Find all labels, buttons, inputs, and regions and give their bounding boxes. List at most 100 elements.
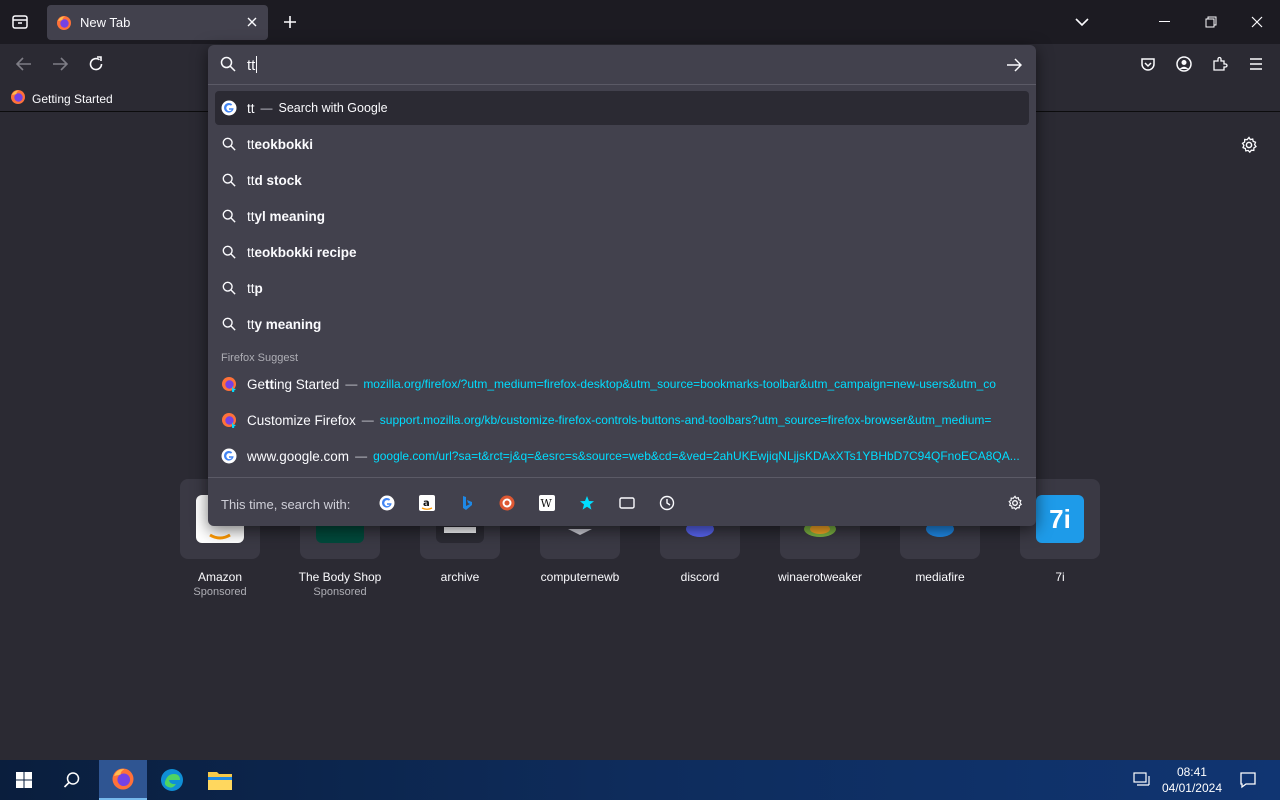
account-icon[interactable] — [1174, 54, 1194, 74]
suggestion-completion: eokbokki — [254, 136, 314, 152]
search-icon — [221, 172, 237, 188]
tile-label: archive — [440, 570, 480, 584]
bookmark-getting-started[interactable]: Getting Started — [10, 89, 113, 108]
restore-window-icon[interactable] — [1201, 12, 1221, 32]
tile-label: discord — [680, 570, 720, 584]
firefox-bookmark-icon — [221, 412, 237, 428]
search-icon — [221, 136, 237, 152]
tab-strip: New Tab — [0, 0, 1280, 44]
taskbar-firefox-icon[interactable] — [99, 760, 147, 800]
suggestion-typed: tt — [247, 172, 255, 188]
result-bookmark[interactable]: Customize Firefox — support.mozilla.org/… — [215, 403, 1029, 437]
reload-icon[interactable] — [86, 54, 106, 74]
search-icon — [221, 208, 237, 224]
svg-text:W: W — [541, 497, 553, 510]
search-settings-gear-icon[interactable] — [1006, 494, 1024, 512]
group-label-firefox-suggest: Firefox Suggest — [221, 352, 299, 364]
bookmark-title: Customize Firefox — [247, 412, 356, 428]
suggestion-typed: tt — [247, 208, 255, 224]
minimize-window-icon[interactable] — [1155, 12, 1175, 32]
one-off-label: This time, search with: — [221, 497, 351, 512]
bookmark-url: support.mozilla.org/kb/customize-firefox… — [379, 413, 992, 427]
google-icon — [221, 100, 237, 116]
taskbar-file-explorer-icon[interactable] — [196, 760, 244, 800]
result-separator: — — [260, 101, 273, 115]
gear-icon[interactable] — [1239, 135, 1259, 155]
tile-label: mediafire — [915, 570, 965, 584]
address-bar-popup: tt tt — Search with Google tt eokbokki tt… — [208, 45, 1036, 526]
result-text: tt — [247, 100, 255, 116]
hamburger-menu-icon[interactable] — [1246, 54, 1266, 74]
address-bar-text: tt — [247, 57, 256, 74]
clock-time: 08:41 — [1176, 765, 1207, 779]
bookmark-title-pre: Ge — [247, 376, 266, 392]
history-url: google.com/url?sa=t&rct=j&q=&esrc=s&sour… — [373, 449, 1020, 463]
suggestion-completion: d stock — [254, 172, 302, 188]
google-icon — [221, 448, 237, 464]
duckduckgo-search-engine-icon[interactable] — [498, 494, 516, 512]
result-separator: — — [361, 413, 374, 427]
suggestion-typed: tt — [247, 136, 255, 152]
notifications-icon[interactable] — [1228, 760, 1268, 800]
tab-new-tab[interactable]: New Tab — [47, 5, 268, 40]
system-clock[interactable]: 08:41 04/01/2024 — [1162, 764, 1222, 796]
forward-arrow-icon[interactable] — [50, 54, 70, 74]
google-search-engine-icon[interactable] — [378, 494, 396, 512]
go-arrow-icon[interactable] — [1005, 56, 1023, 74]
search-icon — [221, 280, 237, 296]
clock-date: 04/01/2024 — [1161, 781, 1222, 795]
result-bookmark[interactable]: Getting Started — mozilla.org/firefox/?u… — [215, 367, 1029, 401]
tabs-icon[interactable] — [618, 494, 636, 512]
7i-logo-text: 7i — [1049, 503, 1071, 534]
address-bar-input[interactable]: tt — [208, 45, 1036, 85]
suggestion-typed: tt — [247, 316, 255, 332]
back-arrow-icon[interactable] — [14, 54, 34, 74]
extensions-icon[interactable] — [1210, 54, 1230, 74]
amazon-search-engine-icon[interactable]: a — [418, 494, 436, 512]
result-search-suggestion[interactable]: tt eokbokki — [215, 127, 1029, 161]
close-window-icon[interactable] — [1247, 12, 1267, 32]
bookmark-label: Getting Started — [32, 91, 113, 106]
taskbar-edge-icon[interactable] — [148, 760, 196, 800]
result-separator: — — [345, 377, 358, 391]
result-history[interactable]: www.google.com — google.com/url?sa=t&rct… — [215, 439, 1029, 473]
windows-start-icon[interactable] — [0, 760, 48, 800]
suggestion-completion: yl meaning — [254, 208, 326, 224]
result-search-suggestion[interactable]: tt p — [215, 271, 1029, 305]
firefox-icon — [10, 89, 26, 108]
result-action: Search with Google — [278, 101, 388, 115]
suggestion-completion: eokbokki recipe — [254, 244, 357, 260]
pocket-icon[interactable] — [1138, 54, 1158, 74]
result-search-suggestion[interactable]: tt eokbokki recipe — [215, 235, 1029, 269]
history-clock-icon[interactable] — [658, 494, 676, 512]
bookmark-title-highlight: tt — [265, 376, 275, 392]
tile-sponsored-label: Sponsored — [193, 586, 247, 598]
chevron-down-icon[interactable] — [1072, 12, 1092, 32]
new-tab-plus-icon[interactable] — [280, 12, 300, 32]
tab-title: New Tab — [80, 15, 131, 30]
bookmarks-star-icon[interactable] — [578, 494, 596, 512]
list-all-tabs-icon[interactable] — [10, 12, 30, 32]
wikipedia-search-engine-icon[interactable]: W — [538, 494, 556, 512]
firefox-icon — [56, 15, 72, 31]
network-icon[interactable] — [1122, 760, 1162, 800]
tile-label: winaerotweaker — [777, 570, 863, 584]
result-search-suggestion[interactable]: tt y meaning — [215, 307, 1029, 341]
firefox-bookmark-icon — [221, 376, 237, 392]
result-search-suggestion[interactable]: tt yl meaning — [215, 199, 1029, 233]
result-search-with-google[interactable]: tt — Search with Google — [215, 91, 1029, 125]
tile-label: Amazon — [197, 570, 243, 584]
tile-label: The Body Shop — [298, 570, 382, 584]
suggestion-typed: tt — [247, 280, 255, 296]
windows-taskbar: 08:41 04/01/2024 — [0, 760, 1280, 800]
result-separator: — — [355, 449, 368, 463]
bookmark-url: mozilla.org/firefox/?utm_medium=firefox-… — [363, 377, 996, 391]
suggestion-typed: tt — [247, 244, 255, 260]
search-icon — [221, 244, 237, 260]
bing-search-engine-icon[interactable] — [458, 494, 476, 512]
one-off-search-bar: This time, search with: a W — [208, 477, 1036, 526]
close-tab-icon[interactable] — [244, 14, 260, 30]
result-search-suggestion[interactable]: tt d stock — [215, 163, 1029, 197]
tile-sponsored-label: Sponsored — [313, 586, 367, 598]
taskbar-search-icon[interactable] — [48, 760, 96, 800]
